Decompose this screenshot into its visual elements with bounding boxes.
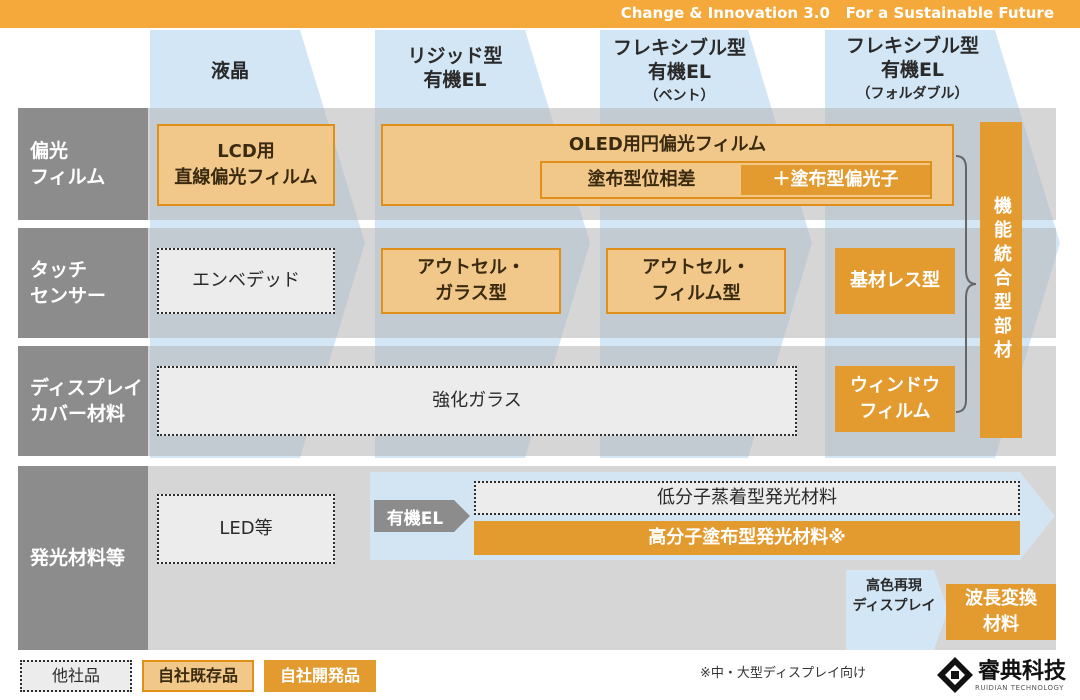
outcell-film-line1: アウトセル・ [642, 257, 750, 278]
embedded-box: エンベデッド [157, 248, 335, 314]
outcell-glass-line1: アウトセル・ [417, 257, 525, 278]
polymer-box: 高分子塗布型発光材料※ [474, 521, 1020, 555]
integrated-component-bar: 機能統合型部材 [980, 122, 1022, 438]
oled-label: 有機EL [386, 508, 444, 529]
row-label-cover-line1: ディスプレイ [30, 377, 143, 399]
col-header-foldable: フレキシブル型 有機EL （フォルダブル） [825, 34, 1000, 106]
row-label-cover: ディスプレイ カバー材料 [18, 346, 148, 456]
logo-subtitle: RUIDIAN TECHNOLOGY [975, 684, 1064, 692]
wide-gamut-line2: ディスプレイ [852, 598, 936, 614]
window-film-line1: ウィンドウ [850, 375, 940, 396]
row-label-touch-line1: タッチ [30, 259, 88, 281]
col-header-rigid: リジッド型 有機EL [375, 44, 535, 92]
row-label-touch: タッチ センサー [18, 228, 148, 338]
lcd-polarizer-box: LCD用直線偏光フィルム [157, 124, 335, 206]
row-label-polarizer: 偏光 フィルム [18, 108, 148, 220]
wide-gamut-label: 高色再現ディスプレイ [846, 570, 942, 622]
col-header-lcd: 液晶 [150, 48, 310, 94]
row-label-emitter-line1: 発光材料等 [30, 547, 126, 569]
outcell-film-line2: フィルム型 [651, 283, 741, 304]
legend-other: 他社品 [20, 660, 132, 692]
tempered-glass-box: 強化ガラス [157, 366, 797, 436]
col-header-lcd-line1: 液晶 [210, 60, 249, 82]
row-label-emitter: 発光材料等 [18, 466, 148, 650]
wide-gamut-line1: 高色再現 [866, 578, 922, 594]
col-header-foldable-sub: （フォルダブル） [856, 86, 969, 102]
coated-retarder-box: 塗布型位相差 ＋塗布型偏光子 [540, 161, 932, 199]
wavelength-line2: 材料 [983, 614, 1019, 635]
window-film-box: ウィンドウ フィルム [835, 366, 955, 432]
col-header-bent-line2: 有機EL [647, 61, 712, 83]
substrateless-box: 基材レス型 [835, 248, 955, 314]
outcell-glass-line2: ガラス型 [435, 283, 507, 304]
logo-name: 睿典科技 [978, 659, 1067, 684]
col-header-bent-sub: （ベント） [644, 88, 715, 104]
wavelength-line1: 波長変換 [965, 588, 1037, 609]
oled-polarizer-title: OLED用円偏光フィルム [568, 134, 767, 155]
window-film-line2: フィルム [859, 401, 931, 422]
legend-existing: 自社既存品 [142, 660, 254, 692]
oled-polarizer-box: OLED用円偏光フィルム 塗布型位相差 ＋塗布型偏光子 [381, 124, 954, 206]
integrated-component-label: 機能統合型部材 [991, 196, 1012, 364]
outcell-film-box: アウトセル・ フィルム型 [606, 248, 786, 314]
lcd-polarizer-line2: 直線偏光フィルム [174, 167, 318, 188]
ruidian-logo-icon [937, 657, 973, 693]
footnote: ※中・大型ディスプレイ向け [700, 666, 866, 681]
col-header-foldable-line2: 有機EL [880, 59, 945, 81]
col-header-bent-line1: フレキシブル型 [612, 37, 746, 59]
small-molecule-box: 低分子蒸着型発光材料 [474, 481, 1020, 515]
col-header-rigid-line2: 有機EL [423, 69, 487, 91]
row-label-touch-line2: センサー [30, 285, 107, 307]
row-label-polarizer-line1: 偏光 [30, 140, 69, 162]
header-slogan: Change & Innovation 3.0 For a Sustainabl… [620, 4, 1054, 22]
led-box: LED等 [157, 494, 335, 564]
col-header-bent: フレキシブル型 有機EL （ベント） [592, 36, 767, 108]
coated-polarizer-box: ＋塗布型偏光子 [740, 165, 930, 195]
outcell-glass-box: アウトセル・ ガラス型 [381, 248, 561, 314]
legend-developing: 自社開発品 [264, 660, 376, 692]
coated-retarder-label: 塗布型位相差 [587, 169, 696, 190]
bracket-brace [955, 155, 977, 413]
wavelength-conversion-box: 波長変換 材料 [946, 584, 1056, 640]
lcd-polarizer-line1: LCD用 [217, 141, 275, 162]
row-label-polarizer-line2: フィルム [30, 166, 106, 188]
col-header-rigid-line1: リジッド型 [407, 45, 503, 67]
row-label-cover-line2: カバー材料 [30, 403, 126, 425]
col-header-foldable-line1: フレキシブル型 [845, 35, 979, 57]
